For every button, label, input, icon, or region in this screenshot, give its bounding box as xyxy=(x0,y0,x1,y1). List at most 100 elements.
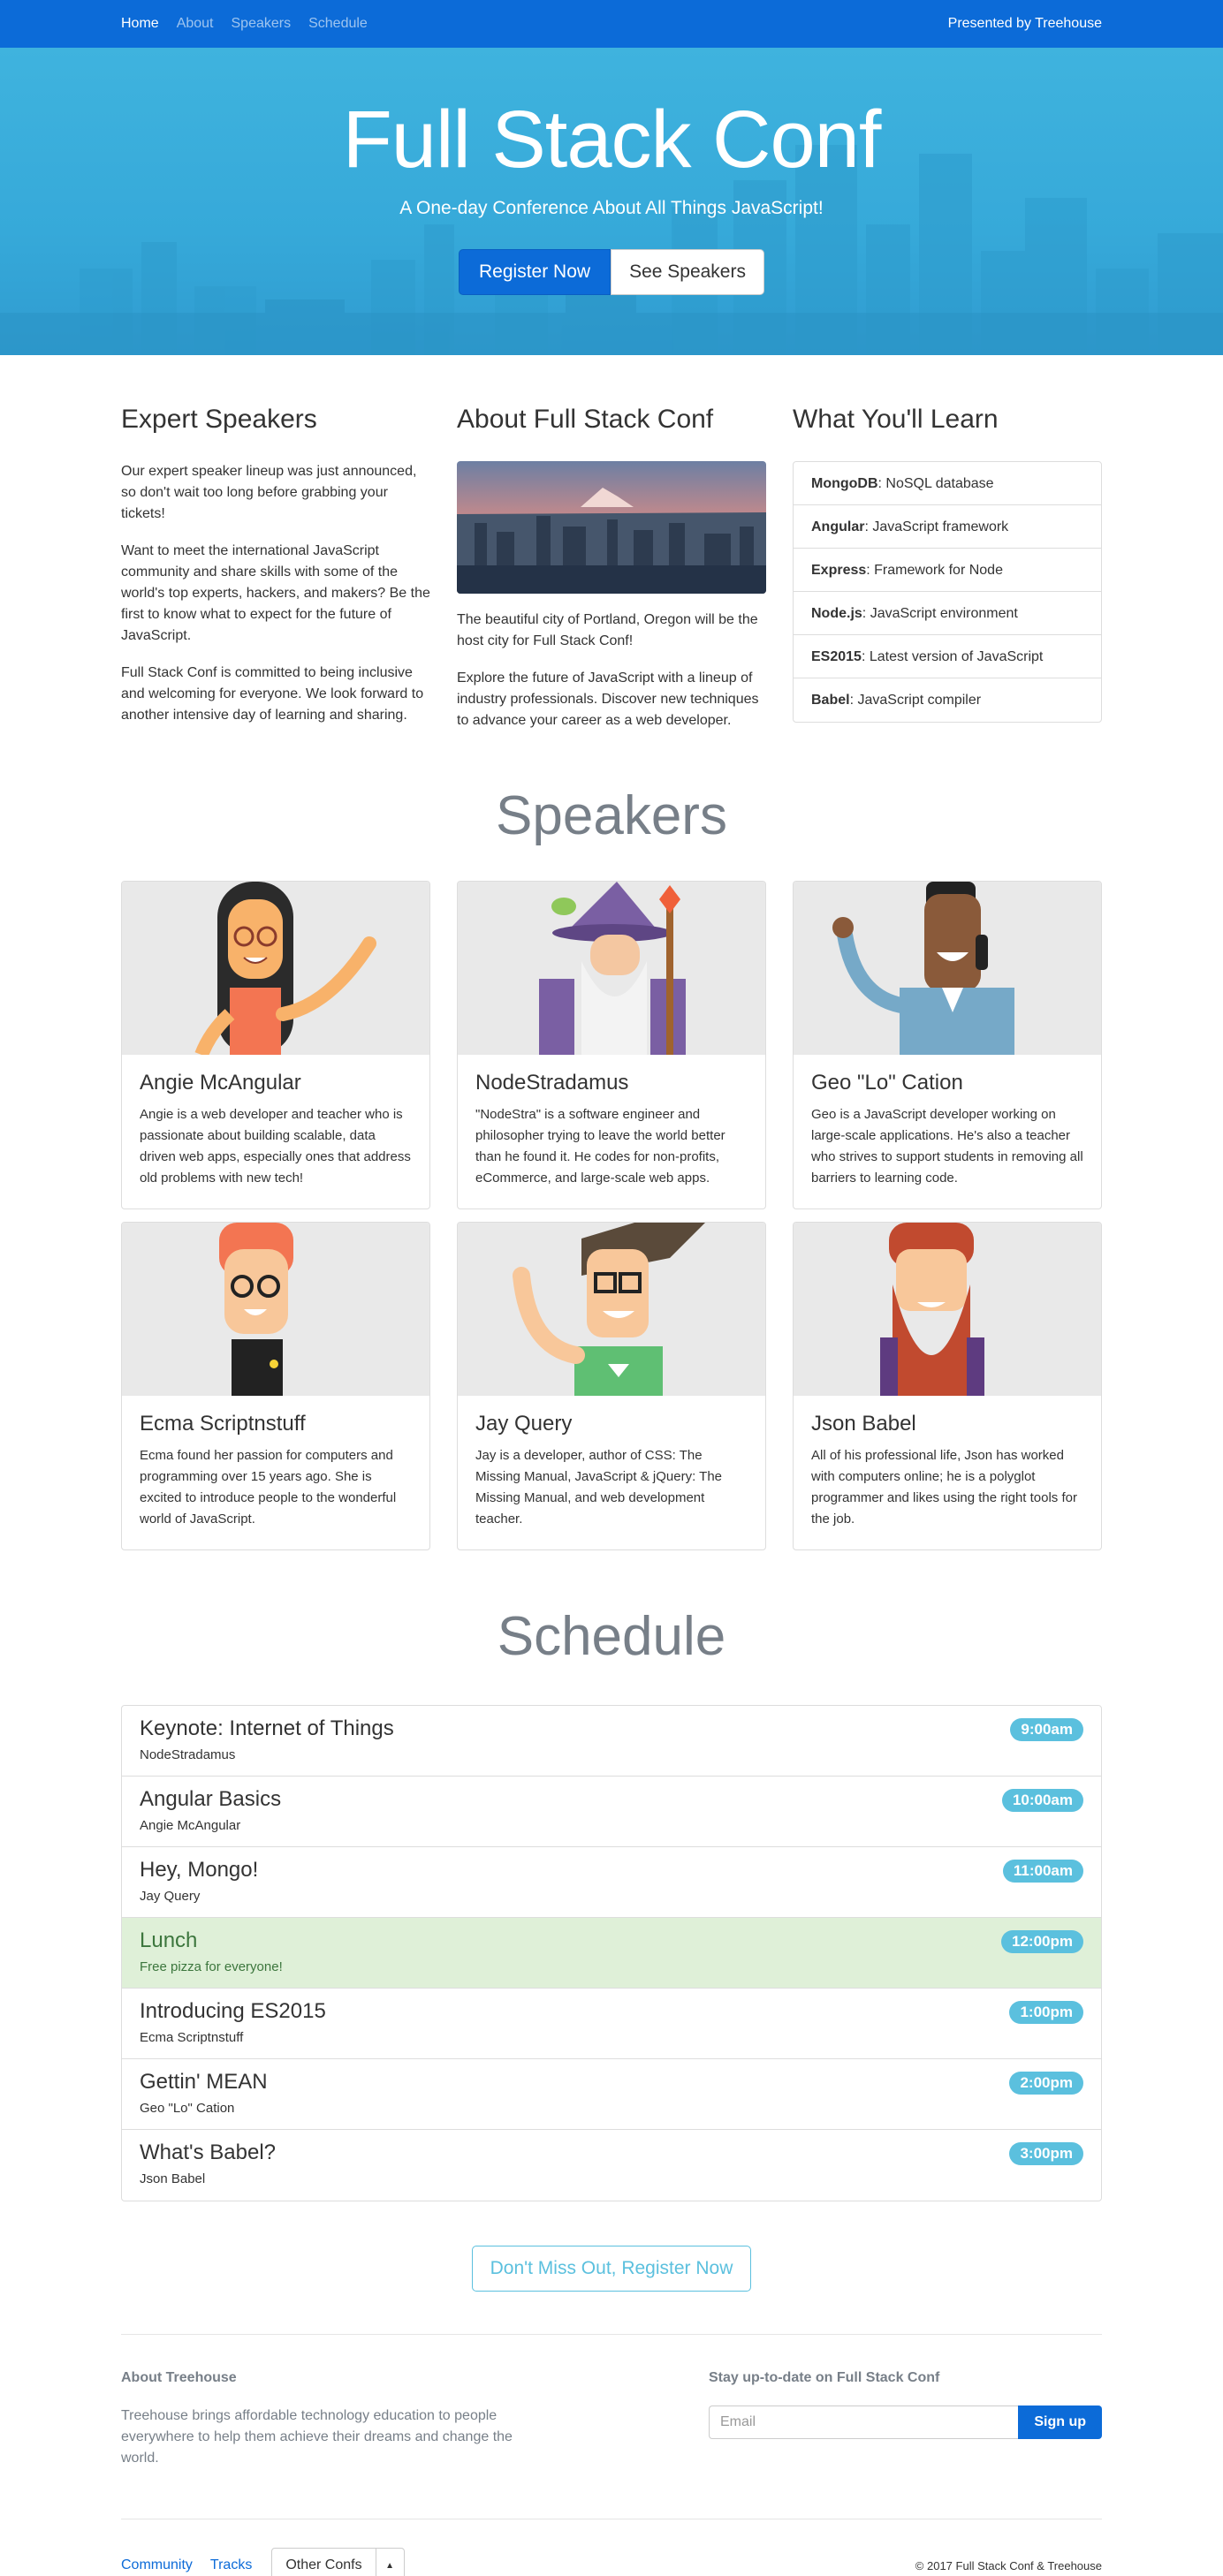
session-title: What's Babel? xyxy=(140,2140,276,2164)
subscribe-heading: Stay up-to-date on Full Stack Conf xyxy=(709,2370,940,2385)
session-speaker: Json Babel xyxy=(140,2171,206,2186)
about-paragraph: Explore the future of JavaScript with a … xyxy=(457,671,759,728)
speaker-avatar-illustration xyxy=(458,882,765,1055)
learn-item: Node.js: JavaScript environment xyxy=(794,592,1101,635)
footer-about-text: Treehouse brings affordable technology e… xyxy=(121,2408,513,2466)
about-paragraph: The beautiful city of Portland, Oregon w… xyxy=(457,612,758,648)
nav-link-schedule[interactable]: Schedule xyxy=(308,16,368,32)
learn-item: MongoDB: NoSQL database xyxy=(794,462,1101,505)
schedule-section-title: Schedule xyxy=(497,1606,726,1667)
footer-divider xyxy=(121,2334,1102,2335)
session-speaker: Angie McAngular xyxy=(140,1818,241,1833)
speaker-bio: All of his professional life, Json has w… xyxy=(811,1448,1077,1527)
session-title: Keynote: Internet of Things xyxy=(140,1716,394,1740)
register-now-button[interactable]: Register Now xyxy=(459,249,612,295)
other-confs-dropdown[interactable]: Other Confs ▲ xyxy=(271,2548,405,2576)
time-badge: 11:00am xyxy=(1002,1860,1083,1883)
session-speaker: Geo "Lo" Cation xyxy=(140,2101,235,2116)
session-speaker: Jay Query xyxy=(140,1889,201,1904)
time-badge: 9:00am xyxy=(1010,1718,1083,1741)
hero-title: Full Stack Conf xyxy=(342,95,882,185)
session-title: Gettin' MEAN xyxy=(140,2070,268,2094)
learn-item: Angular: JavaScript framework xyxy=(794,505,1101,549)
speaker-name: NodeStradamus xyxy=(475,1071,629,1095)
footer-about-heading: About Treehouse xyxy=(121,2370,237,2385)
learn-heading: What You'll Learn xyxy=(793,405,999,434)
nav-link-home[interactable]: Home xyxy=(121,16,159,32)
intro-paragraph: Our expert speaker lineup was just annou… xyxy=(121,464,417,521)
speaker-bio: Angie is a web developer and teacher who… xyxy=(140,1107,411,1186)
speaker-card: NodeStradamus "NodeStra" is a software e… xyxy=(457,881,766,1209)
speaker-name: Jay Query xyxy=(475,1412,573,1436)
schedule-item-lunch: Lunch Free pizza for everyone! 12:00pm xyxy=(122,1918,1101,1989)
speaker-avatar-illustration xyxy=(122,1223,429,1396)
session-speaker: Free pizza for everyone! xyxy=(140,1959,283,1974)
session-speaker: NodeStradamus xyxy=(140,1747,236,1762)
dont-miss-out-register-button[interactable]: Don't Miss Out, Register Now xyxy=(471,2246,752,2292)
footer-bottom: Community Tracks Other Confs ▲ © 2017 Fu… xyxy=(121,2548,1102,2576)
intro-paragraph: Want to meet the international JavaScrip… xyxy=(121,543,430,643)
speaker-bio: Jay is a developer, author of CSS: The M… xyxy=(475,1448,723,1527)
expert-speakers-heading: Expert Speakers xyxy=(121,405,317,434)
footer-link-tracks[interactable]: Tracks xyxy=(210,2557,252,2573)
speaker-name: Geo "Lo" Cation xyxy=(811,1071,963,1095)
learn-item: ES2015: Latest version of JavaScript xyxy=(794,635,1101,678)
learn-item: Express: Framework for Node xyxy=(794,549,1101,592)
speaker-name: Ecma Scriptnstuff xyxy=(140,1412,306,1436)
nav-link-speakers[interactable]: Speakers xyxy=(232,16,292,32)
footer-about: About Treehouse Treehouse brings afforda… xyxy=(121,2370,536,2469)
about-column: About Full Stack Conf The beautiful city… xyxy=(457,405,766,747)
nav-link-about[interactable]: About xyxy=(177,16,214,32)
footer-links: Community Tracks Other Confs ▲ xyxy=(121,2548,405,2576)
speaker-card: Json Babel All of his professional life,… xyxy=(793,1222,1102,1550)
speaker-avatar-illustration xyxy=(794,882,1101,1055)
schedule-item: Keynote: Internet of Things NodeStradamu… xyxy=(122,1706,1101,1777)
about-heading: About Full Stack Conf xyxy=(457,405,714,434)
speaker-avatar-illustration xyxy=(122,882,429,1055)
learn-column: What You'll Learn MongoDB: NoSQL databas… xyxy=(793,405,1102,747)
learn-list: MongoDB: NoSQL database Angular: JavaScr… xyxy=(793,461,1102,723)
footer-subscribe: Stay up-to-date on Full Stack Conf Email… xyxy=(709,2370,1102,2469)
learn-item: Babel: JavaScript compiler xyxy=(811,693,982,708)
nav-links: Home About Speakers Schedule xyxy=(121,16,385,32)
expert-speakers-column: Expert Speakers Our expert speaker lineu… xyxy=(121,405,430,747)
speaker-bio: "NodeStra" is a software engineer and ph… xyxy=(475,1107,725,1186)
hero-jumbotron: Full Stack Conf A One-day Conference Abo… xyxy=(0,48,1223,355)
caret-up-icon: ▲ xyxy=(375,2549,404,2576)
navbar-brand[interactable]: Presented by Treehouse xyxy=(948,16,1102,32)
session-title: Hey, Mongo! xyxy=(140,1858,259,1882)
session-title: Lunch xyxy=(140,1928,198,1952)
schedule-item: Gettin' MEAN Geo "Lo" Cation 2:00pm xyxy=(122,2059,1101,2130)
schedule-item: Angular Basics Angie McAngular 10:00am xyxy=(122,1777,1101,1847)
subscribe-form: Email Sign up xyxy=(709,2406,1102,2439)
time-badge: 2:00pm xyxy=(1009,2072,1083,2095)
see-speakers-button[interactable]: See Speakers xyxy=(611,249,764,295)
speaker-name: Json Babel xyxy=(811,1412,916,1436)
time-badge: 1:00pm xyxy=(1009,2001,1083,2024)
speakers-grid: Angie McAngular Angie is a web developer… xyxy=(121,881,1102,1563)
session-title: Introducing ES2015 xyxy=(140,1999,326,2023)
session-speaker: Ecma Scriptnstuff xyxy=(140,2030,244,2045)
speaker-card: Angie McAngular Angie is a web developer… xyxy=(121,881,430,1209)
speaker-card: Ecma Scriptnstuff Ecma found her passion… xyxy=(121,1222,430,1550)
speakers-section-title: Speakers xyxy=(496,785,727,846)
copyright-text: © 2017 Full Stack Conf & Treehouse xyxy=(915,2558,1102,2572)
cta-wrapper: Don't Miss Out, Register Now xyxy=(121,2246,1102,2292)
schedule-list: Keynote: Internet of Things NodeStradamu… xyxy=(121,1705,1102,2201)
sign-up-button[interactable]: Sign up xyxy=(1018,2406,1102,2439)
hero-button-group: Register Now See Speakers xyxy=(459,249,764,295)
email-input[interactable]: Email xyxy=(709,2406,1019,2439)
speaker-avatar-illustration xyxy=(794,1223,1101,1396)
session-title: Angular Basics xyxy=(140,1787,282,1811)
time-badge: 10:00am xyxy=(1001,1789,1083,1812)
footer-top: About Treehouse Treehouse brings afforda… xyxy=(121,2370,1102,2469)
dropdown-label: Other Confs xyxy=(285,2557,362,2572)
footer-link-community[interactable]: Community xyxy=(121,2557,193,2573)
speaker-bio: Geo is a JavaScript developer working on… xyxy=(811,1107,1083,1186)
speaker-bio: Ecma found her passion for computers and… xyxy=(140,1448,397,1527)
portland-image xyxy=(457,461,766,594)
hero-subtitle: A One-day Conference About All Things Ja… xyxy=(399,198,824,218)
schedule-item: Hey, Mongo! Jay Query 11:00am xyxy=(122,1847,1101,1918)
intro-columns: Expert Speakers Our expert speaker lineu… xyxy=(121,405,1102,747)
schedule-item: Introducing ES2015 Ecma Scriptnstuff 1:0… xyxy=(122,1989,1101,2059)
